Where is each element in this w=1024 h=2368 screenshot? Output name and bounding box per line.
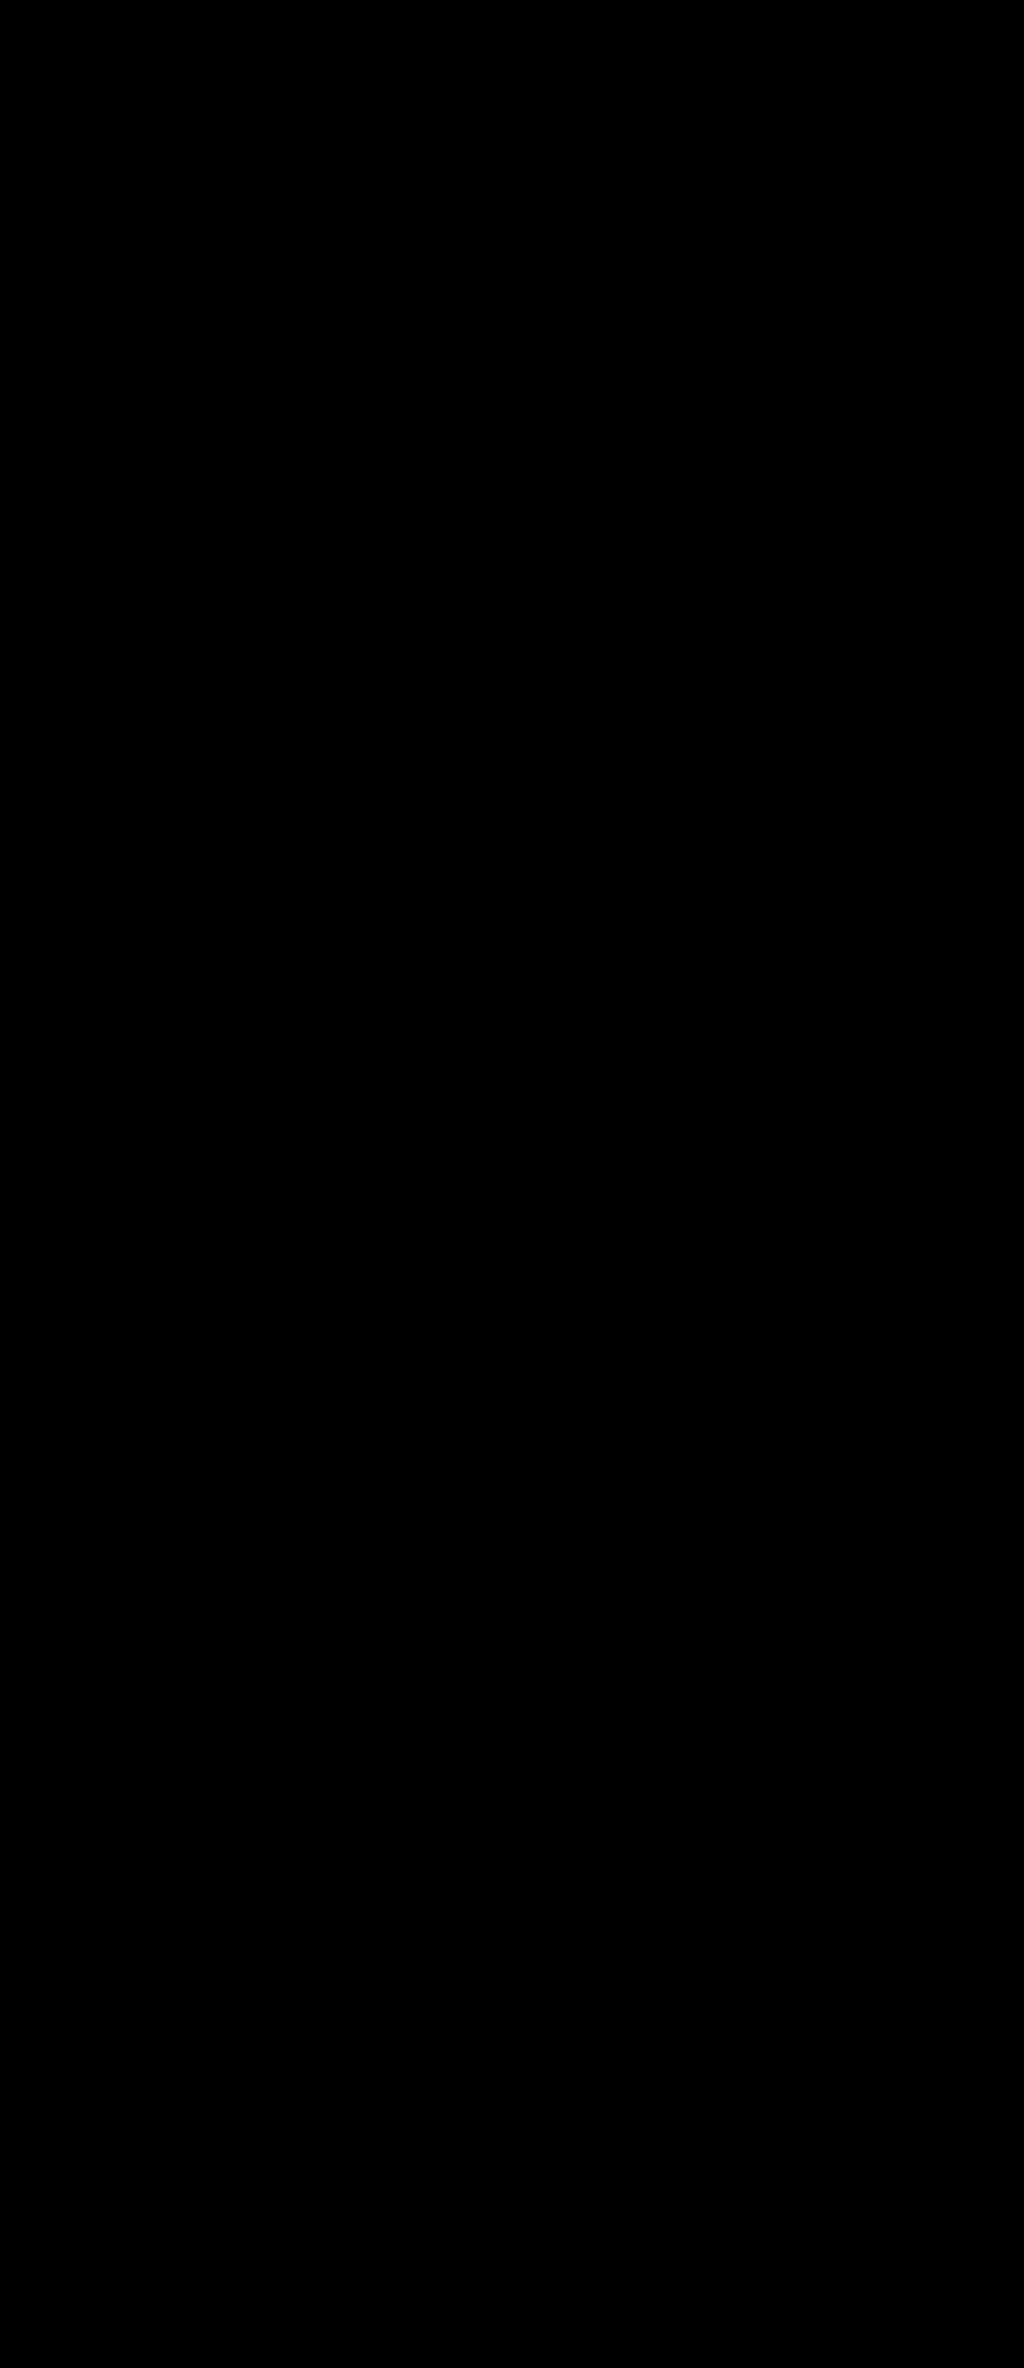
file-metadata-header <box>0 0 1024 4</box>
